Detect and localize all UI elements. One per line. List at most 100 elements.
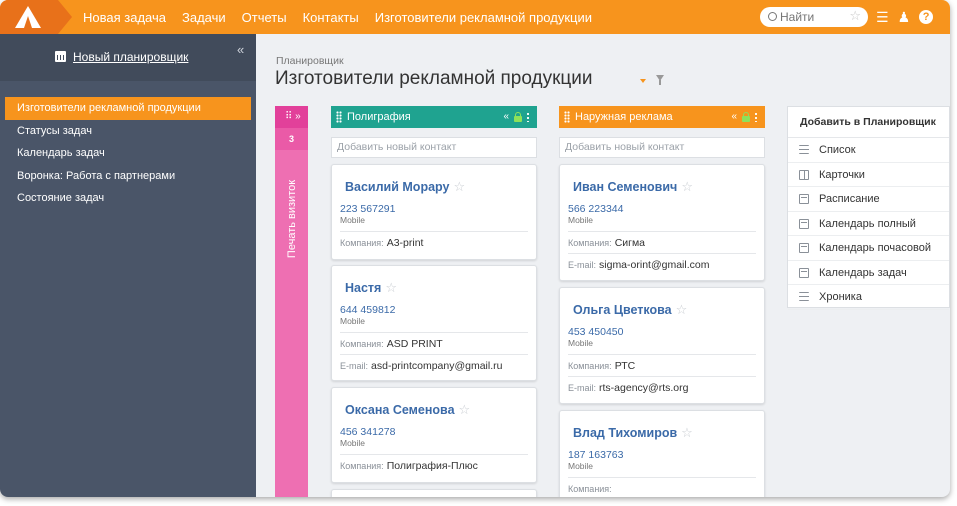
contact-phone[interactable]: 456 341278 xyxy=(340,426,395,438)
contact-phone[interactable]: 453 450450 xyxy=(568,326,623,338)
star-icon[interactable]: ☆ xyxy=(849,8,861,24)
contact-phone[interactable]: 644 459812 xyxy=(340,304,395,316)
expand-icon[interactable]: ⠿ » xyxy=(285,111,301,122)
phone-type: Mobile xyxy=(568,215,594,225)
filter-icon[interactable] xyxy=(656,75,664,85)
help-icon[interactable]: ? xyxy=(919,10,934,24)
view-schedule[interactable]: Расписание xyxy=(788,187,949,212)
sidebar-item-ad-manufacturers[interactable]: Изготовители рекламной продукции xyxy=(5,97,251,120)
more-icon[interactable] xyxy=(755,112,757,122)
contact-card[interactable]: Влад Тихомиров ☆ 187 163763 Mobile Компан… xyxy=(559,410,765,497)
lock-icon[interactable] xyxy=(514,111,522,122)
cards-icon xyxy=(799,169,809,180)
app-window: Новая задача Задачи Отчеты Контакты Изго… xyxy=(0,0,950,497)
page-title: Изготовители рекламной продукции xyxy=(275,68,593,89)
column-count-badge: 3 xyxy=(275,128,308,150)
email-row: E-mail: rts-agency@rts.org xyxy=(568,376,756,394)
column-title: Полиграфия xyxy=(347,111,411,123)
schedule-icon xyxy=(799,194,809,204)
company-row: Компания: xyxy=(568,477,756,495)
sidebar-title-link[interactable]: Новый планировщик xyxy=(73,50,188,64)
email-row: E-mail: sigma-orint@gmail.com xyxy=(568,253,756,271)
add-contact-input[interactable]: Добавить новый контакт xyxy=(559,137,765,158)
view-timeline[interactable]: Хроника xyxy=(788,285,949,310)
column-printing: Полиграфия « Добавить новый контакт Васи… xyxy=(331,106,537,497)
view-cards[interactable]: Карточки xyxy=(788,163,949,187)
collapse-icon[interactable]: « xyxy=(237,42,244,57)
star-icon[interactable]: ☆ xyxy=(681,179,693,194)
contact-name: Ольга Цветкова xyxy=(573,303,672,317)
column-header[interactable]: Полиграфия « xyxy=(331,106,537,128)
contact-phone[interactable]: 187 163763 xyxy=(568,449,623,461)
top-bar: Новая задача Задачи Отчеты Контакты Изго… xyxy=(0,0,950,34)
sidebar-item-partner-funnel[interactable]: Воронка: Работа с партнерами xyxy=(5,165,251,188)
collapse-icon[interactable]: « xyxy=(503,106,509,128)
contact-name: Настя xyxy=(345,281,382,295)
logo-icon xyxy=(15,6,41,28)
add-contact-input[interactable]: Добавить новый контакт xyxy=(331,137,537,158)
drag-handle-icon[interactable] xyxy=(564,111,570,123)
star-icon[interactable]: ☆ xyxy=(459,402,471,417)
column-header[interactable]: Наружная реклама « xyxy=(559,106,765,128)
email-row: E-mail: asd-printcompany@gmail.ru xyxy=(340,354,528,372)
sidebar-item-task-statuses[interactable]: Статусы задач xyxy=(5,120,251,143)
phone-type: Mobile xyxy=(568,461,594,471)
more-icon[interactable] xyxy=(527,112,529,122)
contact-card[interactable]: Ольга Цветкова ☆ 453 450450 Mobile Компан… xyxy=(559,287,765,404)
view-calendar-tasks[interactable]: Календарь задач xyxy=(788,261,949,285)
company-row: Компания: ASD PRINT xyxy=(340,332,528,350)
sidebar-item-task-calendar[interactable]: Календарь задач xyxy=(5,142,251,165)
column-outdoor-ads: Наружная реклама « Добавить новый контак… xyxy=(559,106,765,497)
collapse-icon[interactable]: « xyxy=(731,106,737,128)
search-icon xyxy=(768,12,777,21)
contact-phone[interactable]: 566 223344 xyxy=(568,203,623,215)
sidebar-item-task-state[interactable]: Состояние задач xyxy=(5,187,251,210)
phone-type: Mobile xyxy=(340,438,366,448)
timeline-icon xyxy=(799,292,809,301)
contact-name: Влад Тихомиров xyxy=(573,426,678,440)
sidebar-list: Изготовители рекламной продукции Статусы… xyxy=(5,97,251,210)
contact-name: Иван Семенович xyxy=(573,180,678,194)
star-icon[interactable]: ☆ xyxy=(385,280,397,295)
user-icon[interactable]: ♟ xyxy=(898,9,911,26)
add-to-planner-panel: Добавить в Планировщик Список Карточки Р… xyxy=(787,106,950,310)
top-nav: Новая задача Задачи Отчеты Контакты Изго… xyxy=(83,0,608,34)
phone-type: Mobile xyxy=(340,316,366,326)
lock-icon[interactable] xyxy=(742,111,750,122)
contact-card[interactable]: Василий Морару ☆ 223 567291 Mobile Компан… xyxy=(331,164,537,260)
calendar-tasks-icon xyxy=(799,267,809,278)
contact-name: Василий Морару xyxy=(345,180,450,194)
calendar-hourly-icon xyxy=(799,243,809,253)
breadcrumb[interactable]: Планировщик xyxy=(276,55,344,67)
column-business-cards[interactable]: ⠿ » 3 Печать визиток xyxy=(275,106,308,497)
contact-card[interactable]: Настя ☆ 644 459812 Mobile Компания: ASD PR… xyxy=(331,265,537,381)
menu-icon[interactable]: ☰ xyxy=(876,9,889,26)
search-input[interactable] xyxy=(780,9,840,25)
star-icon[interactable]: ☆ xyxy=(453,179,465,194)
star-icon[interactable]: ☆ xyxy=(681,425,693,440)
phone-type: Mobile xyxy=(568,338,594,348)
star-icon[interactable]: ☆ xyxy=(676,302,688,317)
drag-handle-icon[interactable] xyxy=(336,111,342,123)
contact-card[interactable] xyxy=(331,489,537,497)
contact-card[interactable]: Иван Семенович ☆ 566 223344 Mobile Компан… xyxy=(559,164,765,281)
contact-phone[interactable]: 223 567291 xyxy=(340,203,395,215)
nav-new-task[interactable]: Новая задача xyxy=(83,10,166,25)
sidebar: Новый планировщик « Изготовители рекламн… xyxy=(0,34,256,497)
view-calendar-hourly[interactable]: Календарь почасовой xyxy=(788,236,949,261)
list-icon xyxy=(799,145,809,154)
nav-reports[interactable]: Отчеты xyxy=(242,10,287,25)
calendar-icon xyxy=(55,51,66,62)
company-row: Компания: РТС xyxy=(568,354,756,372)
logo[interactable] xyxy=(0,0,72,34)
column-label-vertical: Печать визиток xyxy=(286,179,298,259)
view-list[interactable]: Список xyxy=(788,138,949,163)
nav-contacts[interactable]: Контакты xyxy=(303,10,359,25)
nav-ad-manufacturers[interactable]: Изготовители рекламной продукции xyxy=(375,10,592,25)
chevron-down-icon[interactable] xyxy=(640,79,646,83)
contact-name: Оксана Семенова xyxy=(345,403,455,417)
search-box[interactable]: ☆ xyxy=(760,7,868,27)
nav-tasks[interactable]: Задачи xyxy=(182,10,226,25)
contact-card[interactable]: Оксана Семенова ☆ 456 341278 Mobile Компа… xyxy=(331,387,537,483)
view-calendar-full[interactable]: Календарь полный xyxy=(788,212,949,236)
